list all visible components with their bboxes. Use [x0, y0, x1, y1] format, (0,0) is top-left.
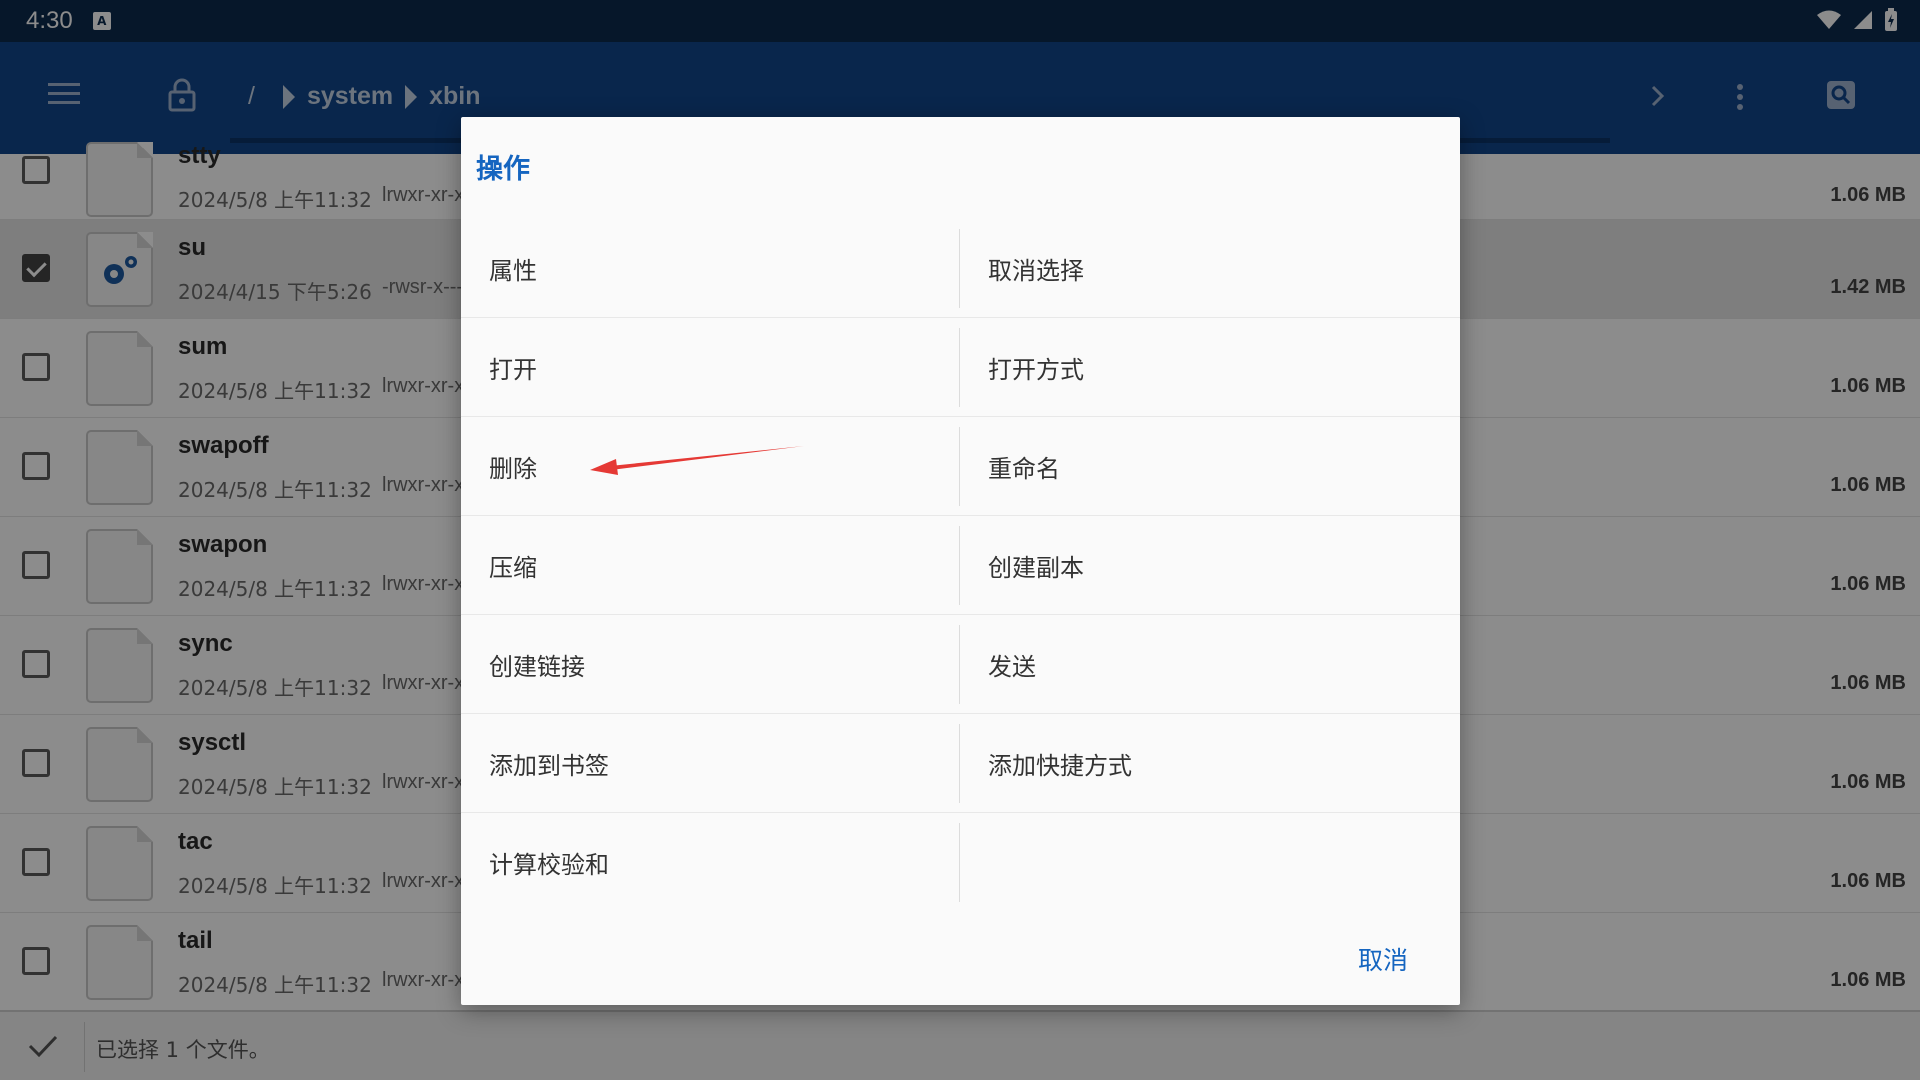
cancel-button[interactable]: 取消 — [1358, 941, 1408, 977]
option-properties[interactable]: 属性 — [461, 219, 960, 317]
option-send[interactable]: 发送 — [960, 615, 1459, 713]
option-open-with[interactable]: 打开方式 — [960, 318, 1459, 416]
option-add-bookmark[interactable]: 添加到书签 — [461, 714, 960, 812]
option-add-shortcut[interactable]: 添加快捷方式 — [960, 714, 1459, 812]
option-checksum[interactable]: 计算校验和 — [461, 813, 960, 912]
option-deselect[interactable]: 取消选择 — [960, 219, 1459, 317]
annotation-arrow-icon — [590, 446, 804, 475]
empty-cell — [960, 813, 1459, 912]
dialog-title: 操作 — [476, 154, 530, 185]
option-open[interactable]: 打开 — [461, 318, 960, 416]
option-create-link[interactable]: 创建链接 — [461, 615, 960, 713]
operations-grid: 属性 取消选择 打开 打开方式 删除 重命名 压缩 创建副本 创建链接 发送 添… — [461, 219, 1460, 912]
option-compress[interactable]: 压缩 — [461, 516, 960, 614]
option-duplicate[interactable]: 创建副本 — [960, 516, 1459, 614]
option-rename[interactable]: 重命名 — [960, 417, 1459, 515]
operations-dialog: 操作 属性 取消选择 打开 打开方式 删除 重命名 压缩 创建副本 创建链接 发… — [461, 117, 1460, 1005]
